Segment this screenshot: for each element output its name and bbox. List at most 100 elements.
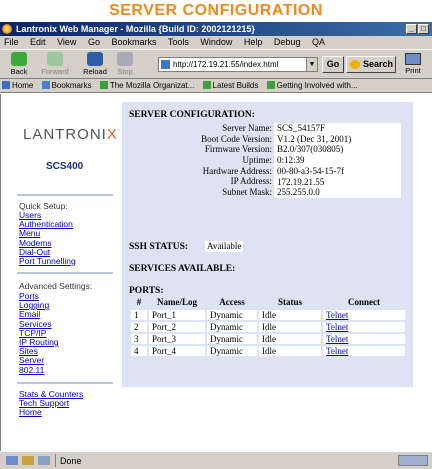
advanced-settings-heading: Advanced Settings: <box>19 281 93 291</box>
menu-edit[interactable]: Edit <box>30 37 46 47</box>
port-connect-cell: Telnet <box>321 344 407 358</box>
reload-icon <box>87 52 103 66</box>
sidebar-divider <box>17 272 113 274</box>
status-separator <box>55 454 56 467</box>
server-config-panel: SERVER CONFIGURATION: Server Name: Boot … <box>122 102 413 387</box>
sidebar-divider <box>17 194 113 196</box>
menu-bar: File Edit View Go Bookmarks Tools Window… <box>0 36 432 49</box>
subnet-mask-label: Subnet Mask: <box>222 187 272 198</box>
url-dropdown-button[interactable]: ▼ <box>306 58 317 71</box>
col-header-access: Access <box>219 296 245 307</box>
nav-link-802-11[interactable]: 802.11 <box>19 365 59 375</box>
bookmark-home[interactable]: Home <box>2 81 33 90</box>
hardware-address-value: 00-80-a3-54-15-7f <box>277 165 344 176</box>
boot-code-version-value: V1.2 (Dec 31, 2001) <box>277 133 352 144</box>
port-status: Idle <box>257 332 323 346</box>
menu-window[interactable]: Window <box>200 37 232 47</box>
port-name: Port_4 <box>147 344 207 358</box>
table-row: 3 Port_3 Dynamic Idle Telnet <box>129 332 407 346</box>
security-lock-icon <box>398 455 428 466</box>
hardware-address-label: Hardware Address: <box>202 165 272 176</box>
ip-address-label: IP Address: <box>230 176 272 187</box>
forward-arrow-icon <box>47 52 63 66</box>
col-header-connect: Connect <box>348 296 380 307</box>
port-access: Dynamic <box>205 320 259 334</box>
col-header-status: Status <box>277 296 302 307</box>
uptime-value: 0:12:39 <box>277 155 305 166</box>
navigation-toolbar: Back Forward Reload Stop http://172.19.2… <box>0 49 432 79</box>
port-number: 3 <box>129 332 149 346</box>
server-config-title: SERVER CONFIGURATION: <box>129 110 255 120</box>
stop-icon <box>117 52 133 66</box>
bookmark-mozilla-org[interactable]: The Mozilla Organizat... <box>99 81 194 90</box>
page-banner: SERVER CONFIGURATION <box>0 0 432 22</box>
telnet-link[interactable]: Telnet <box>326 310 348 320</box>
port-status: Idle <box>257 344 323 358</box>
lantronix-logo: LANTRONIX <box>23 126 118 143</box>
menu-file[interactable]: File <box>4 37 19 47</box>
sidebar: LANTRONIX SCS400 Quick Setup: Users Auth… <box>9 102 117 424</box>
url-input[interactable]: http://172.19.21.55/index.html ▼ <box>158 57 318 72</box>
menu-view[interactable]: View <box>57 37 76 47</box>
bookmark-latest-builds[interactable]: Latest Builds <box>202 81 258 90</box>
misc-links: Stats & Counters Tech Support Home <box>19 389 83 418</box>
port-name: Port_3 <box>147 332 207 346</box>
firmware-version-label: Firmware Version: <box>204 144 272 155</box>
printer-icon <box>405 53 421 65</box>
advanced-settings-links: Ports Logging Email Services TCP/IP IP R… <box>19 291 59 375</box>
forward-button[interactable]: Forward <box>38 52 72 78</box>
port-name: Port_2 <box>147 320 207 334</box>
boot-code-version-label: Boot Code Version: <box>201 133 272 144</box>
port-connect-cell: Telnet <box>321 308 407 322</box>
bookmark-star-icon <box>266 81 275 89</box>
telnet-link[interactable]: Telnet <box>326 334 348 344</box>
port-status: Idle <box>257 308 323 322</box>
server-field-labels: Server Name: Boot Code Version: Firmware… <box>122 123 272 198</box>
home-icon <box>2 81 10 89</box>
ports-table: # Name/Log Access Status Connect 1 Port_… <box>129 295 407 358</box>
search-icon <box>350 60 360 69</box>
navigator-icon[interactable] <box>6 456 18 465</box>
page-content: LANTRONIX SCS400 Quick Setup: Users Auth… <box>0 94 432 451</box>
status-text: Done <box>60 456 82 466</box>
telnet-link[interactable]: Telnet <box>326 322 348 332</box>
server-name-label: Server Name: <box>222 123 272 133</box>
quick-setup-links: Users Authentication Menu Modems Dial-Ou… <box>19 210 76 266</box>
ssh-status-label: SSH STATUS: <box>129 242 189 252</box>
reload-button[interactable]: Reload <box>80 52 110 78</box>
menu-debug[interactable]: Debug <box>274 37 301 47</box>
print-button[interactable]: Print <box>400 52 426 78</box>
go-button[interactable]: Go <box>322 56 344 73</box>
telnet-link[interactable]: Telnet <box>326 346 348 356</box>
bookmark-bookmarks[interactable]: Bookmarks <box>41 81 92 90</box>
maximize-button[interactable]: □ <box>418 24 429 34</box>
bookmarks-toolbar: Home Bookmarks The Mozilla Organizat... … <box>0 79 432 93</box>
mail-icon[interactable] <box>22 456 34 465</box>
minimize-button[interactable]: _ <box>406 24 417 34</box>
menu-bookmarks[interactable]: Bookmarks <box>111 37 156 47</box>
port-number: 4 <box>129 344 149 358</box>
menu-qa[interactable]: QA <box>312 37 325 47</box>
bookmark-star-icon <box>202 81 211 89</box>
port-access: Dynamic <box>205 308 259 322</box>
menu-help[interactable]: Help <box>244 37 263 47</box>
server-field-values: SCS_54157F V1.2 (Dec 31, 2001) B2.0/307(… <box>274 123 401 198</box>
menu-go[interactable]: Go <box>88 37 100 47</box>
back-button[interactable]: Back <box>4 52 34 78</box>
search-button[interactable]: Search <box>346 56 396 73</box>
col-header-name-log: Name/Log <box>157 296 197 307</box>
ip-address-value: 172.19.21.55 <box>277 176 325 187</box>
services-available-label: SERVICES AVAILABLE: <box>129 264 236 274</box>
bookmark-star-icon <box>99 81 108 89</box>
window-titlebar: Lantronix Web Manager - Mozilla {Build I… <box>0 22 432 36</box>
nav-link-home[interactable]: Home <box>19 408 83 417</box>
ports-table-header: # Name/Log Access Status Connect <box>130 295 406 309</box>
uptime-label: Uptime: <box>242 155 273 166</box>
bookmark-getting-involved[interactable]: Getting Involved with... <box>266 81 358 90</box>
nav-link-port-tunnelling[interactable]: Port Tunnelling <box>19 256 76 266</box>
stop-button[interactable]: Stop <box>112 52 138 78</box>
port-access: Dynamic <box>205 344 259 358</box>
menu-tools[interactable]: Tools <box>168 37 189 47</box>
port-number: 1 <box>129 308 149 322</box>
composer-icon[interactable] <box>38 456 50 465</box>
